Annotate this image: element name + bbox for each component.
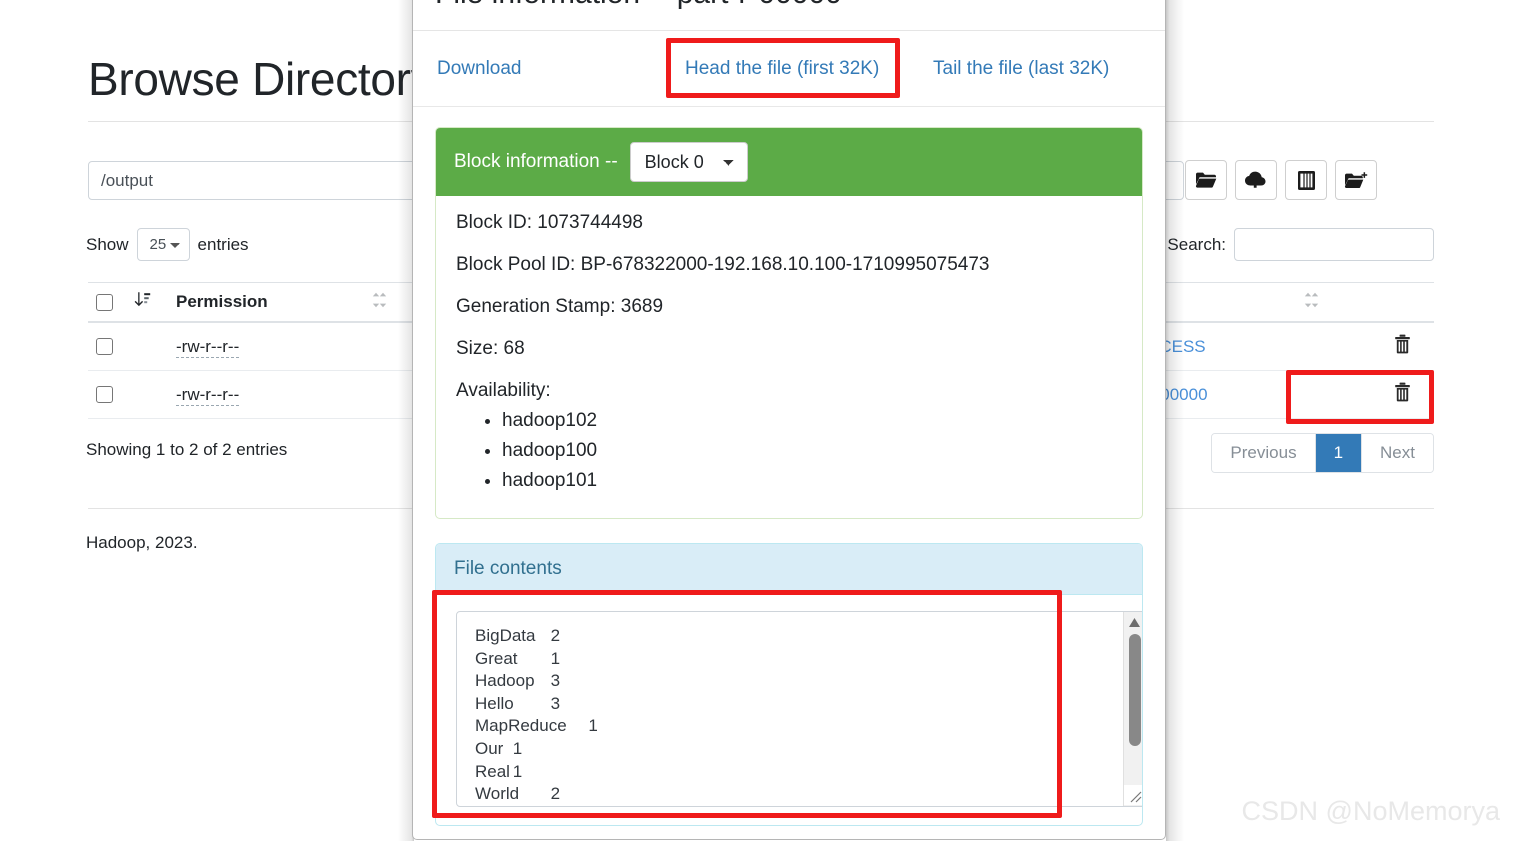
delete-cell[interactable] <box>1370 382 1434 407</box>
list-item: hadoop101 <box>502 470 1122 492</box>
sort-updown-icon <box>372 292 387 312</box>
directory-toolbar <box>1185 160 1377 200</box>
row-checkbox[interactable] <box>96 386 113 403</box>
availability-label: Availability: <box>456 380 551 401</box>
sort-amount-icon <box>134 292 151 312</box>
pagination: Previous 1 Next <box>1211 433 1434 473</box>
new-folder-button[interactable] <box>1335 160 1377 200</box>
permission-sort-cell[interactable] <box>134 291 176 313</box>
cell-permission[interactable]: -rw-r--r-- <box>176 384 240 406</box>
block-information-panel: Block information -- Block 0 Block ID: 1… <box>435 127 1143 519</box>
block-pool-id: Block Pool ID: BP-678322000-192.168.10.1… <box>456 254 990 275</box>
block-information-header: Block information -- Block 0 <box>436 128 1142 196</box>
screen: Browse Directory /output Show 25 entries… <box>0 0 1522 841</box>
delete-cell[interactable] <box>1370 334 1434 359</box>
file-contents-body: BigData 2 Great 1 Hadoop 3 Hello 3 MapRe… <box>436 595 1142 825</box>
trash-icon <box>1394 382 1411 407</box>
select-all-cell <box>88 293 134 311</box>
list-view-button[interactable] <box>1285 160 1327 200</box>
search-input[interactable] <box>1234 228 1434 261</box>
upload-cloud-icon <box>1244 171 1268 189</box>
entries-select[interactable]: 25 <box>136 228 190 261</box>
pagination-previous[interactable]: Previous <box>1212 434 1316 472</box>
modal-body: Block information -- Block 0 Block ID: 1… <box>413 107 1165 826</box>
list-item: hadoop102 <box>502 410 1122 432</box>
pagination-page-1[interactable]: 1 <box>1315 434 1363 472</box>
new-folder-icon <box>1344 171 1368 190</box>
head-file-link[interactable]: Head the file (first 32K) <box>685 58 879 80</box>
sort-updown-icon <box>1304 292 1319 312</box>
file-contents-header: File contents <box>436 544 1142 595</box>
modal-title: File information -- part-r-00000 <box>413 0 1165 31</box>
block-information-body: Block ID: 1073744498 Block Pool ID: BP-6… <box>436 196 1142 518</box>
show-label: Show <box>86 234 129 254</box>
open-folder-icon <box>1195 171 1217 189</box>
file-contents-textarea[interactable]: BigData 2 Great 1 Hadoop 3 Hello 3 MapRe… <box>456 611 1142 807</box>
entries-label: entries <box>197 234 249 254</box>
cell-permission[interactable]: -rw-r--r-- <box>176 336 240 358</box>
block-select[interactable]: Block 0 <box>629 142 748 182</box>
generation-stamp: Generation Stamp: 3689 <box>456 296 664 317</box>
select-all-checkbox[interactable] <box>96 293 113 311</box>
pagination-next[interactable]: Next <box>1362 434 1433 472</box>
show-entries-control: Show 25 entries <box>86 228 249 261</box>
row-checkbox[interactable] <box>96 338 113 355</box>
watermark: CSDN @NoMemorya <box>1241 796 1500 826</box>
row-select-cell <box>88 338 134 355</box>
owner-sort-cell[interactable] <box>372 292 414 313</box>
name-sort-cell[interactable] <box>1304 292 1370 313</box>
file-information-modal: File information -- part-r-00000 Downloa… <box>412 0 1166 840</box>
textarea-scrollbar[interactable] <box>1123 612 1142 806</box>
block-id: Block ID: 1073744498 <box>456 212 643 233</box>
search-control: Search: <box>1167 228 1434 261</box>
upload-button[interactable] <box>1235 160 1277 200</box>
tail-file-link[interactable]: Tail the file (last 32K) <box>933 58 1109 80</box>
availability-list: hadoop102 hadoop100 hadoop101 <box>456 410 1122 492</box>
row-select-cell <box>88 386 134 403</box>
open-folder-button[interactable] <box>1185 160 1227 200</box>
clipboard-list-icon <box>1297 170 1316 191</box>
download-link[interactable]: Download <box>437 58 522 80</box>
file-contents-textarea-wrap: BigData 2 Great 1 Hadoop 3 Hello 3 MapRe… <box>456 611 1142 807</box>
scroll-up-arrow-icon[interactable] <box>1129 612 1140 632</box>
textarea-resize-handle[interactable] <box>1124 785 1142 805</box>
modal-tab-bar: Download Head the file (first 32K) Tail … <box>413 31 1165 107</box>
footer-text: Hadoop, 2023. <box>86 533 198 552</box>
trash-icon <box>1394 334 1411 359</box>
block-information-label: Block information -- <box>454 151 618 172</box>
block-size: Size: 68 <box>456 338 525 359</box>
search-label: Search: <box>1167 234 1226 254</box>
page-title: Browse Directory <box>88 53 434 105</box>
scrollbar-thumb[interactable] <box>1128 634 1141 746</box>
file-contents-panel: File contents BigData 2 Great 1 Hadoop 3… <box>435 543 1143 826</box>
column-header-permission[interactable]: Permission <box>176 292 372 312</box>
list-item: hadoop100 <box>502 440 1122 462</box>
showing-entries-note: Showing 1 to 2 of 2 entries <box>86 440 288 459</box>
